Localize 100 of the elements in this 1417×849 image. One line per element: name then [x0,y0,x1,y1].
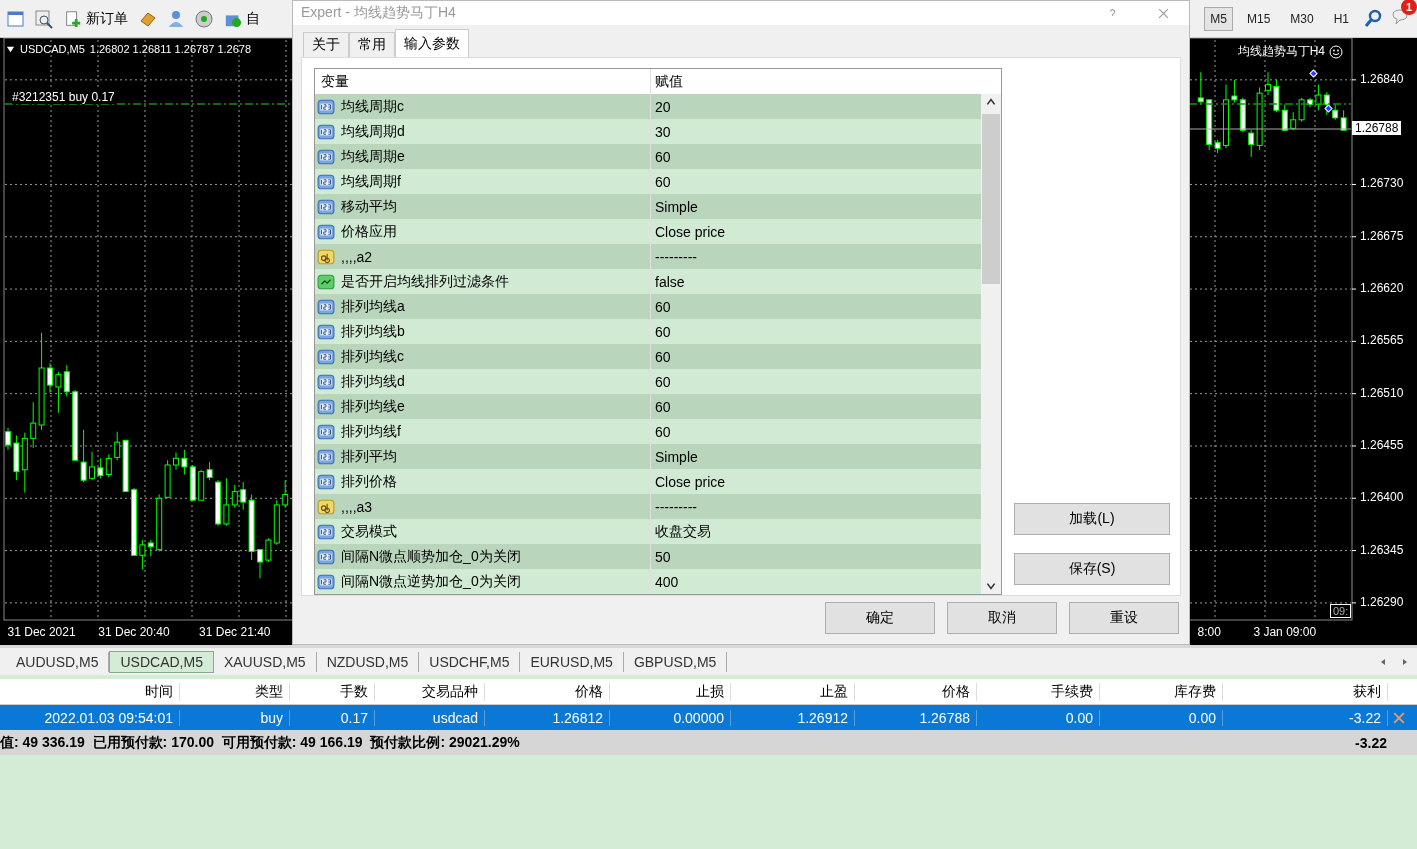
parameter-name: 是否开启均线排列过滤条件 [341,272,509,291]
price-axis-label: 1.26400 [1360,490,1404,505]
table-cell: 1.26912 [731,709,855,726]
parameter-name: 交易模式 [341,522,397,541]
column-header[interactable]: 库存费 [1100,682,1223,701]
table-cell: 0.00 [977,709,1100,726]
chart-quotes: 1.26802 1.26811 1.26787 1.2678 [89,43,252,55]
parameter-value[interactable]: Close price [651,473,726,490]
column-header[interactable]: 类型 [180,682,290,701]
price-axis-label: 1.26345 [1360,542,1404,557]
time-box-label: 09: [1330,604,1352,618]
parameter-value[interactable]: 60 [651,423,671,440]
parameter-name: ,,,,a3 [341,498,373,515]
order-line-label: #3212351 buy 0.17 [12,90,115,104]
column-header[interactable]: 手数 [290,682,375,701]
notification-badge: 1 [1401,0,1417,15]
timeframe-button[interactable]: M30 [1284,6,1320,31]
auto-trading-button[interactable]: 自 [222,7,262,30]
parameter-value[interactable]: Simple [651,448,698,465]
dialog-title: Expert - 均线趋势马丁H4 [301,4,457,22]
table-cell: 1.26812 [485,709,610,726]
chart-tab[interactable]: GBPUSD,M5 [623,651,728,672]
new-order-button[interactable]: 新订单 [62,7,130,30]
parameter-value[interactable]: 60 [651,348,671,365]
table-cell: 0.00 [1100,709,1223,726]
chart-tab[interactable]: USDCHF,M5 [419,651,521,672]
price-axis-label: 1.26675 [1360,228,1404,243]
dialog-tab[interactable]: 关于 [303,32,349,57]
parameter-value[interactable]: 60 [651,298,671,315]
parameter-name: 排列均线e [341,397,405,416]
parameter-value[interactable]: --------- [651,498,697,515]
column-header[interactable]: 交易品种 [375,682,485,701]
parameter-value[interactable]: --------- [651,248,697,265]
dialog-button[interactable]: 加载(L) [1014,503,1170,535]
parameter-value[interactable]: 60 [651,323,671,340]
parameter-value[interactable]: 20 [651,98,671,115]
parameter-name: 间隔N微点逆势加仓_0为关闭 [341,572,521,591]
price-axis-label: 1.26290 [1360,594,1404,609]
column-header[interactable]: 止盈 [731,682,855,701]
price-axis-label: 1.26840 [1360,71,1404,86]
price-axis-label: 1.26455 [1360,437,1404,452]
table-cell: 0.00000 [610,709,731,726]
parameter-value[interactable]: 60 [651,373,671,390]
parameter-name: 间隔N微点顺势加仓_0为关闭 [341,547,521,566]
dialog-button[interactable]: 重设 [1069,602,1179,634]
chart-tab[interactable]: XAUUSD,M5 [213,651,317,672]
parameter-name: 排列均线b [341,322,405,341]
parameter-name: 均线周期f [341,172,401,191]
column-header[interactable]: 价格 [485,682,610,701]
table-cell: buy [180,709,290,726]
dialog-tab[interactable]: 常用 [349,32,395,57]
timeframe-button[interactable]: M5 [1204,6,1233,31]
time-axis-label: 8:00 [1197,625,1221,639]
chart-tab[interactable]: USDCAD,M5 [109,650,214,673]
parameter-name: 均线周期e [341,147,405,166]
parameter-name: 排列平均 [341,447,397,466]
price-axis-label: 1.26510 [1360,385,1404,400]
parameter-name: 移动平均 [341,197,397,216]
current-price-label: 1.26788 [1352,121,1402,135]
parameter-value[interactable]: 400 [651,573,679,590]
price-axis-label: 1.26620 [1360,281,1404,296]
parameter-value[interactable]: Close price [651,223,726,240]
dialog-button[interactable]: 取消 [947,602,1057,634]
parameter-value[interactable]: 30 [651,123,671,140]
parameter-name: 排列均线d [341,372,405,391]
chart-tab[interactable]: EURUSD,M5 [520,651,624,672]
time-axis-label: 31 Dec 2021 [7,625,76,639]
parameter-name: 价格应用 [341,222,397,241]
column-header[interactable]: 赋值 [651,72,683,91]
table-cell: 1.26788 [855,709,977,726]
parameter-value[interactable]: 50 [651,548,671,565]
table-cell: 2022.01.03 09:54:01 [0,709,180,726]
parameter-value[interactable]: false [651,273,685,290]
time-axis-label: 31 Dec 21:40 [199,625,271,639]
account-summary: 值: 49 336.19 已用预付款: 170.00 可用预付款: 49 166.19 预付款比例: 29021.29% [0,733,520,752]
parameter-name: 排列均线c [341,347,404,366]
dialog-tab[interactable]: 输入参数 [395,29,469,57]
column-header[interactable]: 止损 [610,682,731,701]
parameter-value[interactable]: 60 [651,173,671,190]
expert-name-label: 均线趋势马丁H4 [1237,43,1325,60]
parameter-name: 排列均线a [341,297,405,316]
column-header[interactable]: 获利 [1223,682,1388,701]
parameter-value[interactable]: 60 [651,398,671,415]
total-profit: -3.22 [1355,734,1387,751]
parameter-value[interactable]: 收盘交易 [651,522,711,541]
parameter-value[interactable]: Simple [651,198,698,215]
timeframe-button[interactable]: H1 [1327,6,1355,31]
column-header[interactable]: 价格 [855,682,977,701]
parameter-name: ,,,,a2 [341,248,373,265]
column-header[interactable]: 时间 [0,682,180,701]
dialog-button[interactable]: 确定 [825,602,935,634]
parameter-value[interactable]: 60 [651,148,671,165]
dialog-button[interactable]: 保存(S) [1014,553,1170,585]
table-cell: -3.22 [1223,709,1388,726]
column-header[interactable]: 手续费 [977,682,1100,701]
timeframe-button[interactable]: M15 [1240,6,1277,31]
trade-row[interactable]: 2022.01.03 09:54:01 buy 0.17 usdcad 1.26812 0.00000 1.26912 1.26788 0.00 0.00 -3.22 [0,705,1417,730]
chart-tab[interactable]: NZDUSD,M5 [316,651,420,672]
table-cell: usdcad [375,709,485,726]
parameter-name: 排列均线f [341,422,401,441]
